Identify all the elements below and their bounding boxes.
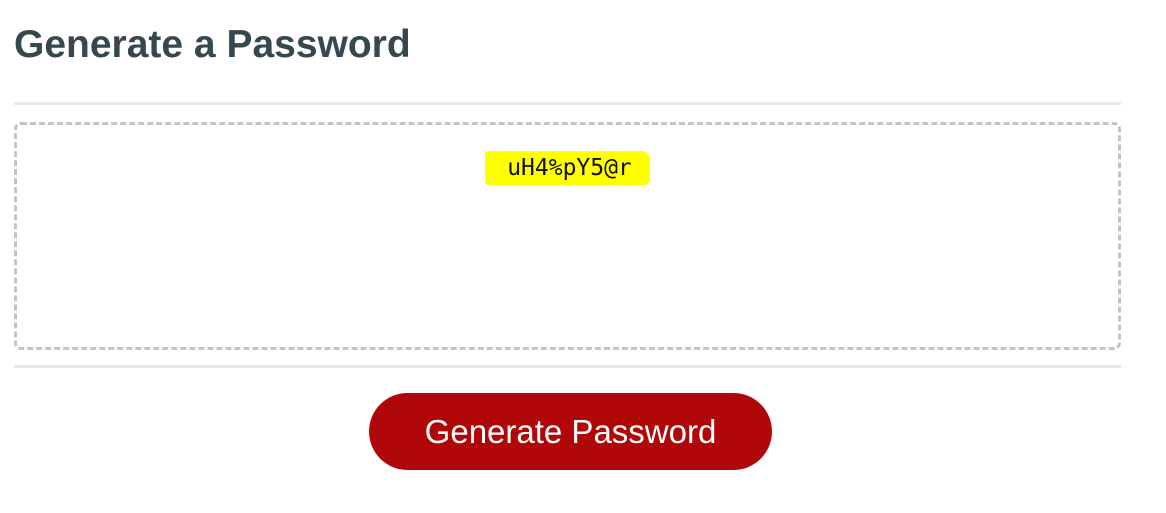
password-output-box[interactable]: uH4%pY5@r (14, 122, 1121, 350)
password-display: uH4%pY5@r (17, 151, 1118, 185)
top-divider (14, 102, 1121, 105)
bottom-divider (14, 365, 1121, 368)
page-title: Generate a Password (14, 23, 411, 66)
password-generator-page: Generate a Password uH4%pY5@r Generate P… (0, 0, 1166, 513)
generated-password-text: uH4%pY5@r (485, 151, 650, 185)
generate-password-button[interactable]: Generate Password (369, 393, 772, 470)
